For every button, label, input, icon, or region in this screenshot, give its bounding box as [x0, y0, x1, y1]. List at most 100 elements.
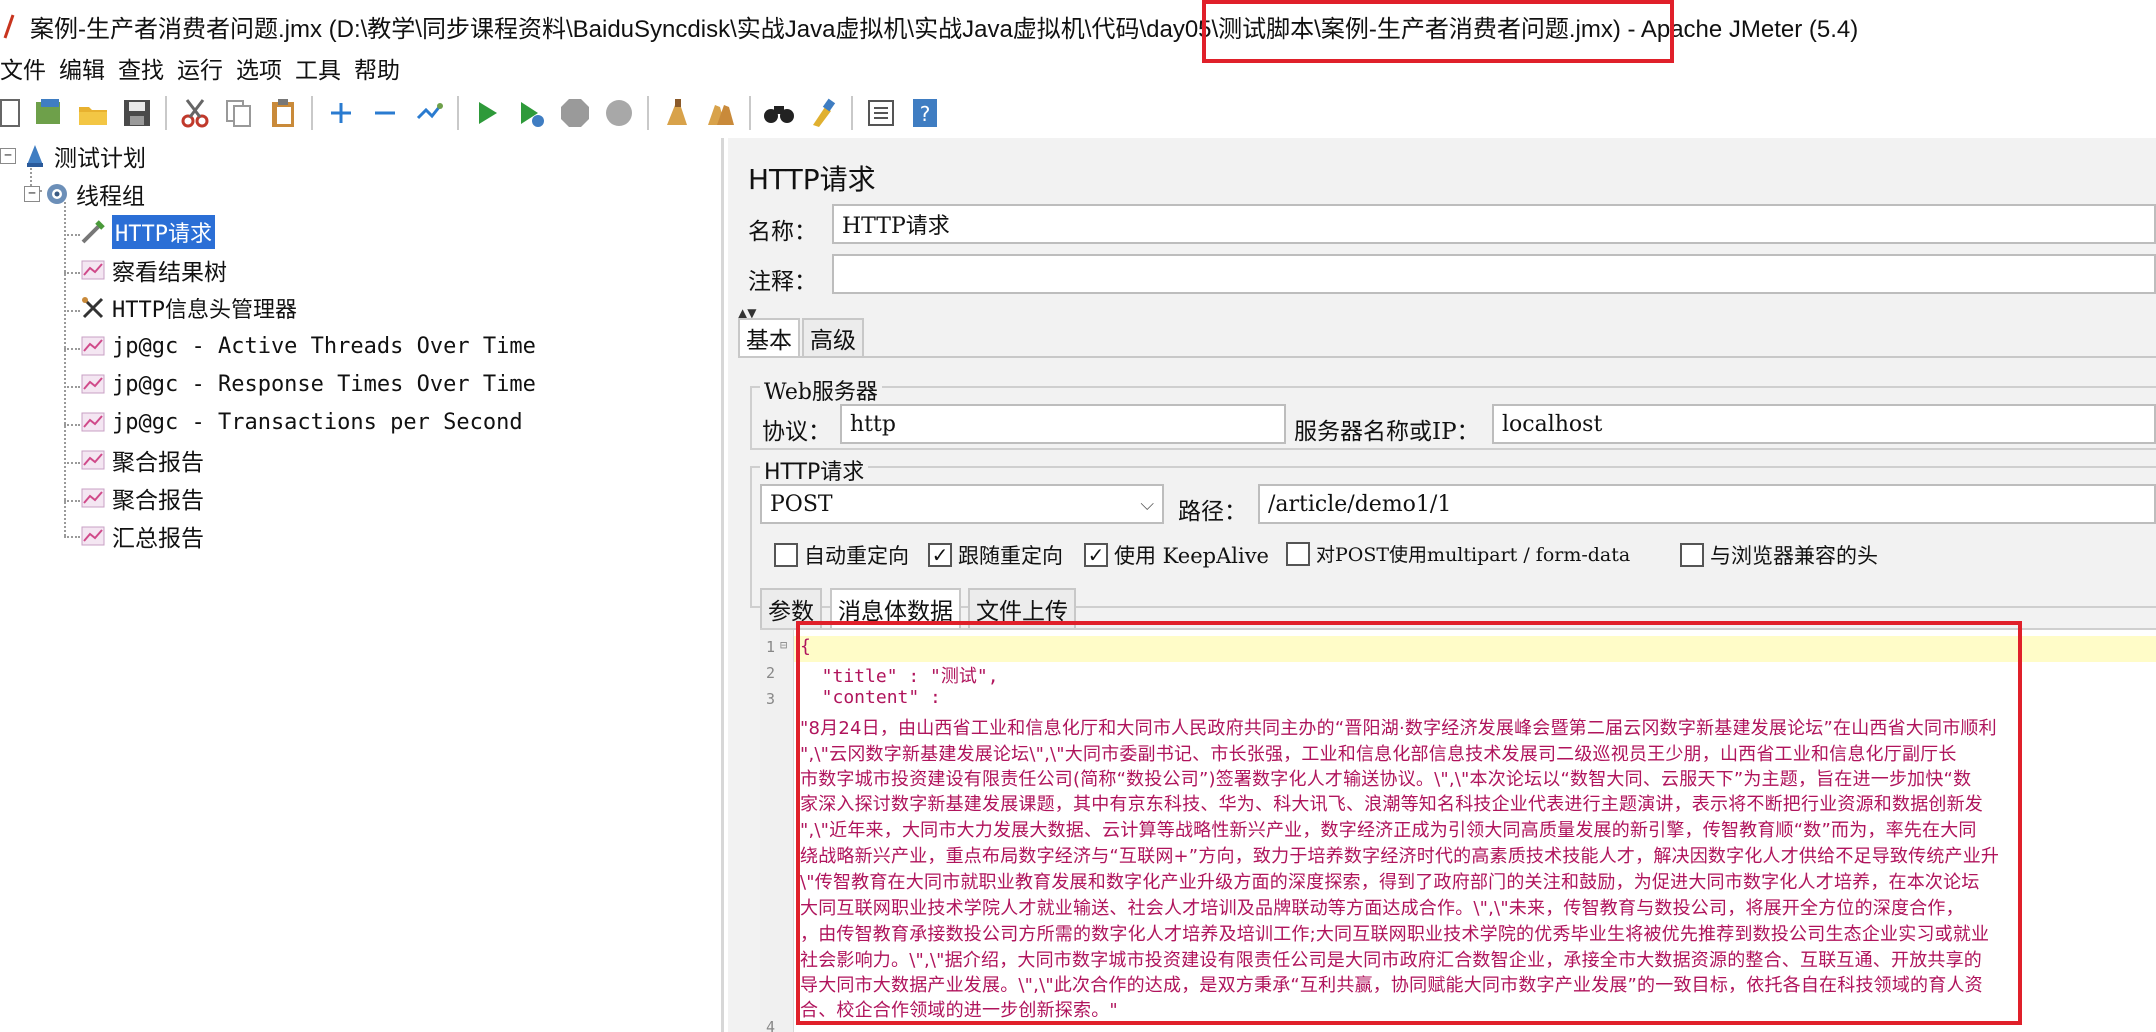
body-data-editor[interactable]: 1 ⊟ 2 3 4 { "title" : "测试", "content" : …	[760, 628, 2156, 1032]
collapse-icon[interactable]	[368, 96, 402, 130]
method-select[interactable]: POST ⌵	[760, 484, 1164, 524]
tab-body-data[interactable]: 消息体数据	[830, 588, 961, 628]
tree-item-thread-group[interactable]: − 线程组	[24, 176, 145, 212]
tree-item-label: HTTP请求	[112, 215, 215, 249]
tree-item-label: 汇总报告	[112, 526, 204, 552]
graph-icon	[80, 257, 106, 283]
line-number: 3	[766, 690, 776, 708]
tree-item-aggregate-report[interactable]: 聚合报告	[80, 442, 204, 478]
tree-item-label: 线程组	[76, 184, 145, 210]
gear-icon	[44, 181, 70, 207]
server-field[interactable]: localhost	[1492, 404, 2156, 444]
paste-icon[interactable]	[266, 96, 300, 130]
save-icon[interactable]	[120, 96, 154, 130]
checkbox-label: 对POST使用multipart / form-data	[1316, 544, 1631, 566]
menu-search[interactable]: 查找	[118, 51, 171, 85]
tree-item-response-times[interactable]: jp@gc - Response Times Over Time	[80, 366, 536, 402]
checkbox-label: 与浏览器兼容的头	[1710, 544, 1878, 568]
web-server-group-title: Web服务器	[760, 374, 882, 406]
tree-item-transactions-per-second[interactable]: jp@gc - Transactions per Second	[80, 404, 523, 440]
graph-icon	[80, 333, 106, 359]
stop-icon[interactable]	[558, 96, 592, 130]
toolbar-separator	[457, 96, 459, 130]
shutdown-icon[interactable]	[602, 96, 636, 130]
line-number: 4	[766, 1018, 776, 1032]
line-number: 1	[766, 638, 776, 656]
content-line: ",\"云冈数字新基建发展论坛\",\"大同市委副书记、市长张强，工业和信息化部…	[800, 744, 1957, 765]
tree-connector	[64, 234, 80, 236]
collapse-toggle-icon[interactable]: −	[0, 148, 16, 164]
checkbox-box: ✓	[928, 543, 952, 567]
http-request-group-title: HTTP请求	[760, 454, 869, 486]
graph-icon	[80, 485, 106, 511]
tree-item-label: 测试计划	[54, 146, 146, 172]
checkbox-label: 跟随重定向	[958, 544, 1063, 568]
tab-basic[interactable]: 基本	[738, 318, 800, 356]
tab-advanced[interactable]: 高级	[802, 318, 864, 356]
menu-tools[interactable]: 工具	[295, 51, 348, 85]
open-icon[interactable]	[76, 96, 110, 130]
content-line: \"传智教育在大同市就职业教育发展和数字化产业升级方面的深度探索，得到了政府部门…	[800, 872, 1980, 893]
tree-item-label: 聚合报告	[112, 450, 204, 476]
content-line: 绕战略新兴产业，重点布局数字经济与“互联网+”方向，致力于培养数字经济时代的高素…	[800, 846, 2000, 867]
menu-bar: 文件 编辑 查找 运行 选项 工具 帮助	[0, 50, 2156, 86]
expand-icon[interactable]	[324, 96, 358, 130]
method-value: POST	[770, 491, 833, 517]
cut-icon[interactable]	[178, 96, 212, 130]
keepalive-checkbox[interactable]: ✓ 使用 KeepAlive	[1084, 540, 1269, 570]
wrench-icon	[80, 295, 106, 321]
tree-item-http-request[interactable]: HTTP请求	[80, 214, 215, 250]
test-plan-icon	[22, 143, 48, 169]
tree-item-header-manager[interactable]: HTTP信息头管理器	[80, 290, 297, 326]
toolbar-separator	[749, 96, 751, 130]
toggle-icon[interactable]	[412, 96, 446, 130]
toolbar-separator	[311, 96, 313, 130]
function-helper-icon[interactable]	[864, 96, 898, 130]
menu-options[interactable]: 选项	[236, 51, 289, 85]
start-icon[interactable]	[470, 96, 504, 130]
name-field[interactable]: HTTP请求	[832, 204, 2156, 244]
menu-edit[interactable]: 编辑	[59, 51, 112, 85]
tree-item-active-threads[interactable]: jp@gc - Active Threads Over Time	[80, 328, 536, 364]
path-field[interactable]: /article/demo1/1	[1258, 484, 2156, 524]
tab-file-upload[interactable]: 文件上传	[968, 588, 1076, 628]
clear-all-icon[interactable]	[704, 96, 738, 130]
collapse-toggle-icon[interactable]: −	[24, 186, 40, 202]
menu-file[interactable]: 文件	[0, 51, 53, 85]
graph-icon	[80, 409, 106, 435]
checkbox-box: ✓	[1084, 543, 1108, 567]
menu-help[interactable]: 帮助	[354, 51, 407, 85]
page-title: HTTP请求	[748, 163, 876, 196]
clear-icon[interactable]	[660, 96, 694, 130]
start-no-pause-icon[interactable]	[514, 96, 548, 130]
reset-search-icon[interactable]	[806, 96, 840, 130]
content-line: 合、校企合作领域的进一步创新探索。"	[800, 1000, 1118, 1021]
search-icon[interactable]	[762, 96, 796, 130]
menu-run[interactable]: 运行	[177, 51, 230, 85]
tree-item-view-results-tree[interactable]: 察看结果树	[80, 252, 227, 288]
comment-field[interactable]	[832, 254, 2156, 294]
multipart-checkbox[interactable]: 对POST使用multipart / form-data	[1286, 540, 1630, 567]
graph-icon	[80, 523, 106, 549]
content-line: 大同互联网职业技术学院人才就业输送、社会人才培训及品牌联动等方面达成合作。\",…	[800, 898, 1964, 919]
jmeter-feather-icon	[3, 14, 15, 39]
templates-icon[interactable]	[32, 96, 66, 130]
tree-connector	[64, 386, 80, 388]
content-line: 市数字城市投资建设有限责任公司(简称“数投公司”)签署数字化人才输送协议。\",…	[800, 769, 1972, 790]
protocol-field[interactable]: http	[840, 404, 1286, 444]
fold-marker-icon[interactable]: ⊟	[780, 638, 787, 652]
tree-item-summary-report[interactable]: 汇总报告	[80, 518, 204, 554]
auto-redirect-checkbox[interactable]: 自动重定向	[774, 540, 909, 570]
tab-parameters[interactable]: 参数	[760, 588, 822, 628]
new-icon[interactable]	[0, 96, 22, 130]
toolbar-separator	[851, 96, 853, 130]
help-icon[interactable]: ?	[908, 96, 942, 130]
copy-icon[interactable]	[222, 96, 256, 130]
content-line: 导大同市大数据产业发展。\",\"此次合作的达成，是双方秉承“互利共赢，协同赋能…	[800, 975, 1983, 996]
follow-redirect-checkbox[interactable]: ✓ 跟随重定向	[928, 540, 1063, 570]
tree-item-label: 察看结果树	[112, 260, 227, 286]
browser-compatible-headers-checkbox[interactable]: 与浏览器兼容的头	[1680, 540, 1878, 570]
checkbox-box	[1680, 543, 1704, 567]
tree-item-aggregate-report[interactable]: 聚合报告	[80, 480, 204, 516]
tree-item-test-plan[interactable]: − 测试计划	[0, 138, 146, 174]
